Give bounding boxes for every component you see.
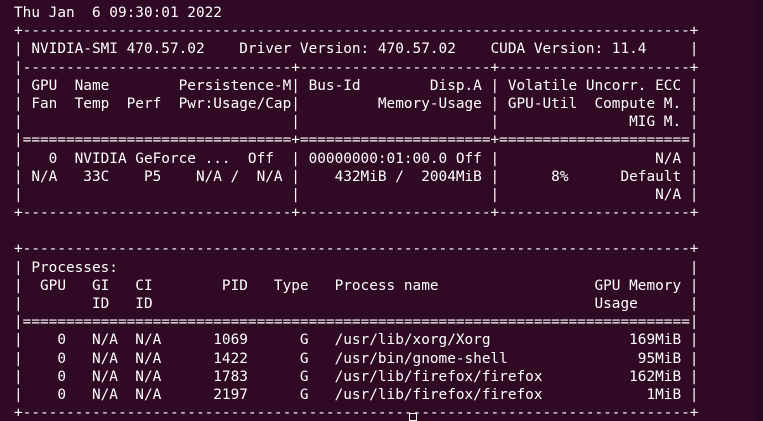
header-separator: |===============================+=======… [14,132,699,149]
process-row: | 0 N/A N/A 1422 G /usr/bin/gnome-shell … [14,350,699,367]
gpu-header-row-3: | | | MIG M. | [14,114,699,131]
terminal-cursor-icon [409,413,417,421]
gpu-row-3: | | | N/A | [14,186,699,203]
processes-border-top: +---------------------------------------… [14,241,699,258]
gpu-header-row-2: | Fan Temp Perf Pwr:Usage/Cap| Memory-Us… [14,95,699,112]
nvidia-smi-output[interactable]: Thu Jan 6 09:30:01 2022 +----------------… [14,4,698,421]
processes-header-row-2: | ID ID Usage | [14,296,699,312]
processes-separator: |=======================================… [14,314,699,331]
version-row: | NVIDIA-SMI 470.57.02 Driver Version: 4… [14,41,699,58]
table-separator: |-------------------------------+-------… [14,59,699,76]
processes-border-bottom: +---------------------------------------… [14,405,699,421]
gpu-row-1: | 0 NVIDIA GeForce ... Off | 00000000:01… [14,150,699,167]
gpu-row-2: | N/A 33C P5 N/A / N/A | 432MiB / 2004Mi… [14,168,699,185]
gpu-header-row-1: | GPU Name Persistence-M| Bus-Id Disp.A … [14,77,699,94]
process-row: | 0 N/A N/A 2197 G /usr/lib/firefox/fire… [14,386,699,403]
process-row: | 0 N/A N/A 1783 G /usr/lib/firefox/fire… [14,368,699,385]
processes-header-row-1: | GPU GI CI PID Type Process name GPU Me… [14,277,699,294]
timestamp-line: Thu Jan 6 09:30:01 2022 [14,5,222,21]
processes-title: | Processes: | [14,259,699,276]
gpu-table-border-bottom: +-------------------------------+-------… [14,205,699,222]
terminal-window[interactable]: Thu Jan 6 09:30:01 2022 +----------------… [0,0,763,421]
table-border-top: +---------------------------------------… [14,23,699,40]
scrollbar-track[interactable] [756,0,763,421]
process-row: | 0 N/A N/A 1069 G /usr/lib/xorg/Xorg 16… [14,332,699,349]
